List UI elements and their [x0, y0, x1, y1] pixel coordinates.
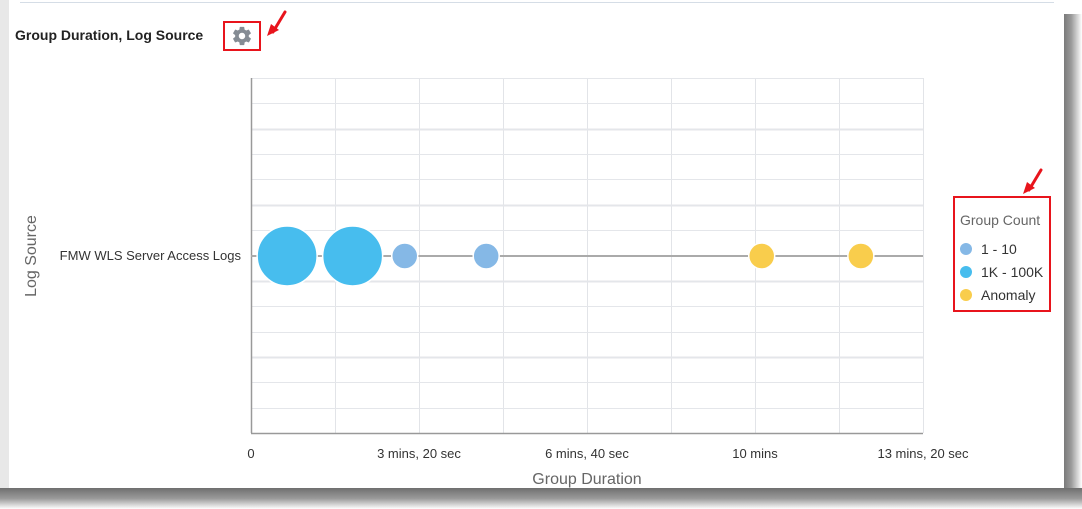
legend-label: Anomaly — [981, 287, 1036, 303]
bubble-anomaly — [847, 242, 875, 270]
legend-label: 1 - 10 — [981, 241, 1017, 257]
bubble-chart: Log Source Group Duration 0 3 mins, 20 se… — [23, 78, 969, 488]
x-tick-label: 0 — [247, 446, 254, 461]
legend-marker-1k-100k — [960, 266, 972, 278]
legend-title: Group Count — [960, 212, 1041, 228]
legend-marker-1-10 — [960, 243, 972, 255]
bubble-1k-100k — [256, 225, 318, 287]
drop-shadow-right — [1064, 14, 1082, 509]
x-tick-label: 10 mins — [732, 446, 778, 461]
legend-item-anomaly[interactable]: Anomaly — [960, 287, 1035, 303]
y-category-label: FMW WLS Server Access Logs — [60, 248, 242, 263]
y-axis-title: Log Source — [23, 215, 40, 297]
legend-label: 1K - 100K — [981, 264, 1044, 280]
x-tick-label: 13 mins, 20 sec — [877, 446, 969, 461]
x-axis-title: Group Duration — [532, 471, 641, 488]
legend-item-1-10[interactable]: 1 - 10 — [960, 241, 1017, 257]
bubble-1k-100k — [321, 225, 384, 287]
bubble-1-10 — [390, 242, 419, 270]
chart-panel: Group Duration, Log Source Log Source Gr… — [0, 0, 1082, 509]
bubble-1-10 — [472, 242, 500, 270]
legend: Group Count 1 - 10 1K - 100K Anomaly — [953, 196, 1051, 312]
x-tick-label: 6 mins, 40 sec — [545, 446, 629, 461]
x-tick-label: 3 mins, 20 sec — [377, 446, 461, 461]
legend-marker-anomaly — [960, 289, 972, 301]
legend-item-1k-100k[interactable]: 1K - 100K — [960, 264, 1043, 280]
drop-shadow-bottom — [0, 488, 1082, 509]
bubble-anomaly — [747, 242, 776, 270]
